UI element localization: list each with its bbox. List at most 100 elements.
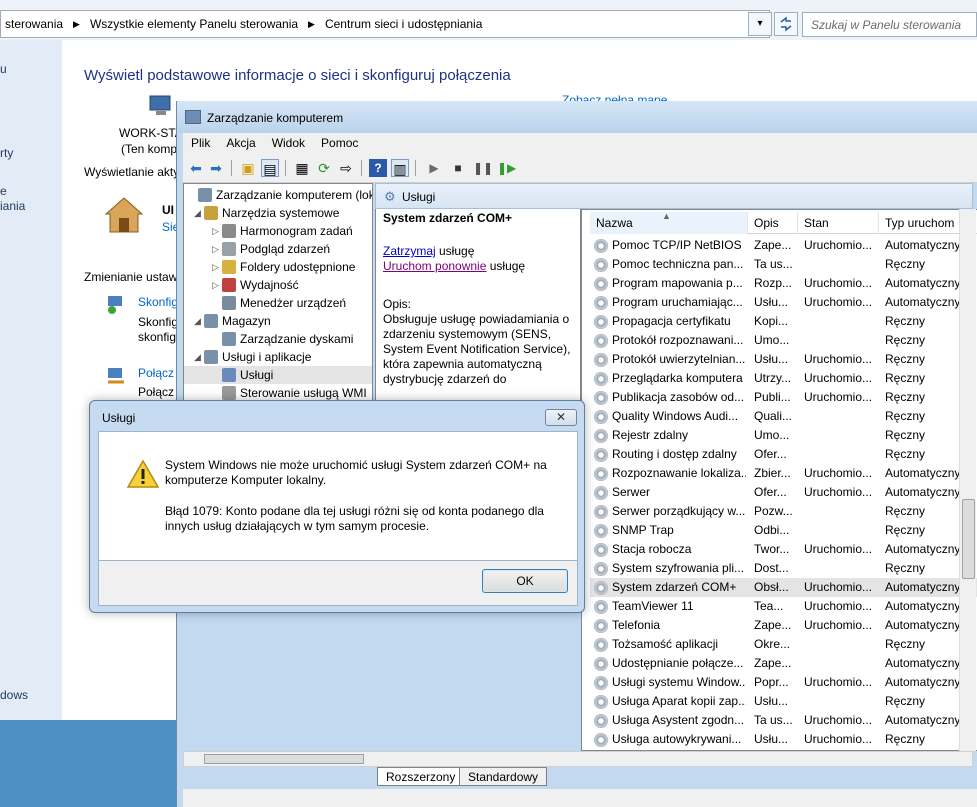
ok-button[interactable]: OK <box>482 569 568 593</box>
help-icon[interactable]: ? <box>369 159 387 177</box>
table-row[interactable]: Quality Windows Audi... Quali... Ręczny <box>590 407 977 426</box>
scrollbar-thumb[interactable] <box>962 499 975 579</box>
table-row[interactable]: Serwer porządkujący w... Pozw... Ręczny <box>590 502 977 521</box>
table-row[interactable]: System zdarzeń COM+ Obsł... Uruchomio... Au… <box>590 578 977 597</box>
tree-item[interactable]: ▷ Harmonogram zadań <box>184 222 372 240</box>
column-header-description[interactable]: Opis <box>748 212 798 234</box>
table-row[interactable]: Program uruchamiając... Usłu... Uruchomio.… <box>590 293 977 312</box>
table-row[interactable]: SNMP Trap Odbi... Ręczny <box>590 521 977 540</box>
column-header-state[interactable]: Stan <box>798 212 879 234</box>
search-input[interactable]: Szukaj w Panelu sterowania <box>802 12 977 37</box>
table-row[interactable]: Protokół uwierzytelnian... Usłu... Uruchom… <box>590 350 977 369</box>
breadcrumb-item[interactable]: sterowania <box>5 17 63 31</box>
table-row[interactable]: Routing i dostęp zdalny Ofer... Ręczny <box>590 445 977 464</box>
cell-desc: Popr... <box>754 675 789 689</box>
table-row[interactable]: Usługa autowykrywani... Usłu... Uruchomio.… <box>590 730 977 749</box>
left-pane-fragment[interactable]: e <box>0 184 7 198</box>
vertical-scrollbar[interactable] <box>959 209 976 751</box>
table-row[interactable]: Udostępnianie połącze... Zape... Automatyc… <box>590 654 977 673</box>
expanded-arrow-icon[interactable]: ◢ <box>194 312 201 330</box>
refresh-button[interactable] <box>774 12 798 36</box>
export-list-icon[interactable]: ⇨ <box>337 159 355 177</box>
tree-item[interactable]: Menedżer urządzeń <box>184 294 372 312</box>
table-row[interactable]: Rozpoznawanie lokaliza... Zbier... Uruchom… <box>590 464 977 483</box>
table-row[interactable]: Telefonia Zape... Uruchomio... Automatyczny <box>590 616 977 635</box>
breadcrumb-separator-icon[interactable]: ▶ <box>308 19 315 30</box>
left-pane-fragment[interactable]: rty <box>0 146 13 160</box>
expanded-arrow-icon[interactable]: ◢ <box>194 348 201 366</box>
properties-icon[interactable]: ▦ <box>293 159 311 177</box>
table-row[interactable]: Program mapowania p... Rozp... Uruchomio..… <box>590 274 977 293</box>
back-arrow-icon[interactable]: ⬅ <box>187 159 205 177</box>
tree-item[interactable]: ◢ Narzędzia systemowe <box>184 204 372 222</box>
address-bar[interactable]: sterowania ▶ Wszystkie elementy Panelu s… <box>0 10 770 38</box>
expanded-arrow-icon[interactable]: ◢ <box>194 204 201 222</box>
tree-item[interactable]: Zarządzanie dyskami <box>184 330 372 348</box>
up-folder-icon[interactable]: ▣ <box>239 159 257 177</box>
collapsed-arrow-icon[interactable]: ▷ <box>212 276 219 294</box>
left-pane-fragment[interactable]: iania <box>0 199 25 213</box>
table-row[interactable]: Pomoc techniczna pan... Ta us... Ręczny <box>590 255 977 274</box>
column-header-name[interactable]: ▲ Nazwa <box>590 212 748 234</box>
collapsed-arrow-icon[interactable]: ▷ <box>212 222 219 240</box>
table-row[interactable]: Serwer Ofer... Uruchomio... Automatyczny <box>590 483 977 502</box>
show-hide-tree-icon[interactable]: ▤ <box>261 159 279 177</box>
tab-standard[interactable]: Standardowy <box>459 767 548 786</box>
start-service-icon[interactable]: ▶ <box>425 159 443 177</box>
sort-ascending-icon: ▲ <box>662 212 671 221</box>
table-row[interactable]: Stacja robocza Twor... Uruchomio... Automat… <box>590 540 977 559</box>
table-row[interactable]: Usługa Aparat kopii zap... Usłu... Ręczny <box>590 692 977 711</box>
cell-name: Program uruchamiając... <box>612 295 743 309</box>
tree-item[interactable]: ◢ Magazyn <box>184 312 372 330</box>
refresh-icon[interactable]: ⟳ <box>315 159 333 177</box>
table-row[interactable]: Propagacja certyfikatu Kopi... Ręczny <box>590 312 977 331</box>
breadcrumb-separator-icon[interactable]: ▶ <box>73 19 80 30</box>
tree-item[interactable]: ▷ Wydajność <box>184 276 372 294</box>
close-button[interactable]: ✕ <box>545 409 577 426</box>
menu-file[interactable]: Plik <box>183 136 218 150</box>
pause-service-icon[interactable]: ❚❚ <box>473 159 493 177</box>
table-row[interactable]: System szyfrowania pli... Dost... Ręczny <box>590 559 977 578</box>
stop-service-icon[interactable]: ■ <box>449 159 467 177</box>
cell-desc: Umo... <box>754 333 790 347</box>
tree-item[interactable]: ▷ Foldery udostępnione <box>184 258 372 276</box>
breadcrumb-item[interactable]: Centrum sieci i udostępniania <box>325 17 482 31</box>
restart-service-link[interactable]: Uruchom ponownie <box>383 259 486 273</box>
table-row[interactable]: Rejestr zdalny Umo... Ręczny <box>590 426 977 445</box>
horizontal-scrollbar[interactable] <box>183 751 973 767</box>
breadcrumb-item[interactable]: Wszystkie elementy Panelu sterowania <box>90 17 298 31</box>
window-title-bar[interactable]: Zarządzanie komputerem <box>177 101 977 133</box>
table-row[interactable]: Usługa Asystent zgodn... Ta us... Uruchomi… <box>590 711 977 730</box>
cell-desc: Ta us... <box>754 257 793 271</box>
menu-action[interactable]: Akcja <box>218 136 263 150</box>
menu-view[interactable]: Widok <box>264 136 313 150</box>
tree-item[interactable]: Usługi <box>184 366 372 384</box>
collapsed-arrow-icon[interactable]: ▷ <box>212 240 219 258</box>
table-row[interactable]: Tożsamość aplikacji Okre... Ręczny <box>590 635 977 654</box>
restart-service-icon[interactable]: ❚▶ <box>497 159 516 177</box>
computer-subtitle: (Ten komp <box>121 142 178 156</box>
table-row[interactable]: Pomoc TCP/IP NetBIOS Zape... Uruchomio... A… <box>590 236 977 255</box>
tree-item[interactable]: Zarządzanie komputerem (loka <box>184 186 372 204</box>
tree-item[interactable]: ◢ Usługi i aplikacje <box>184 348 372 366</box>
stop-service-link[interactable]: Zatrzymaj <box>383 244 436 258</box>
connect-network-link[interactable]: Połącz <box>138 366 174 380</box>
left-pane-fragment[interactable]: u <box>0 62 7 76</box>
menu-help[interactable]: Pomoc <box>313 136 366 150</box>
scrollbar-thumb[interactable] <box>204 754 364 764</box>
cell-desc: Pozw... <box>754 504 793 518</box>
forward-arrow-icon[interactable]: ➡ <box>207 159 225 177</box>
collapsed-arrow-icon[interactable]: ▷ <box>212 258 219 276</box>
table-row[interactable]: Usługi systemu Window... Popr... Uruchomio… <box>590 673 977 692</box>
cell-desc: Publi... <box>754 390 791 404</box>
table-row[interactable]: Publikacja zasobów od... Publi... Uruchomi… <box>590 388 977 407</box>
tab-extended[interactable]: Rozszerzony <box>377 767 465 786</box>
left-pane-fragment[interactable]: dows <box>0 688 28 702</box>
dropdown-arrow-icon[interactable]: ▾ <box>748 12 772 36</box>
table-row[interactable]: Przeglądarka komputera Utrzy... Uruchomio.… <box>590 369 977 388</box>
tree-item[interactable]: ▷ Podgląd zdarzeń <box>184 240 372 258</box>
table-row[interactable]: Protokół rozpoznawani... Umo... Ręczny <box>590 331 977 350</box>
configure-connection-link[interactable]: Skonfig <box>138 295 178 309</box>
table-row[interactable]: TeamViewer 11 Tea... Uruchomio... Automatyc… <box>590 597 977 616</box>
show-action-pane-icon[interactable]: ▥ <box>391 159 409 177</box>
